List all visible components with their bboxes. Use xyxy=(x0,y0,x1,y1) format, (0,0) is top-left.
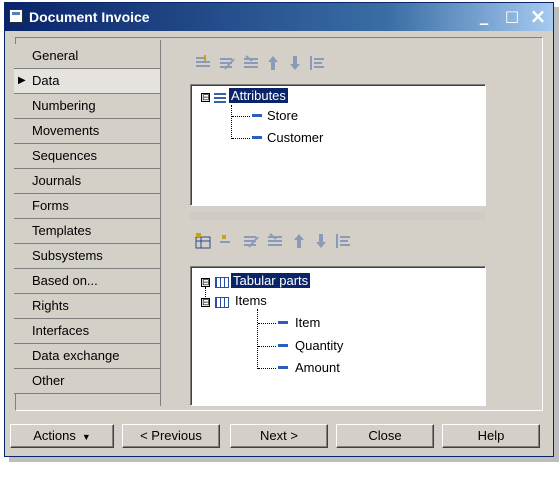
tree-root-attributes[interactable]: Attributes xyxy=(229,88,288,103)
tab-label: Interfaces xyxy=(32,323,90,338)
tree-line xyxy=(258,323,276,324)
tabular-parts-tree[interactable]: ⊟ Tabular parts ⊟ Items Item Quantity Am… xyxy=(190,266,486,406)
window-icon xyxy=(9,9,23,23)
close-button[interactable]: Close xyxy=(336,424,434,448)
help-button[interactable]: Help xyxy=(442,424,540,448)
tab-label: Movements xyxy=(32,123,100,138)
tab-label: Subsystems xyxy=(32,248,103,263)
tab-movements[interactable]: Movements xyxy=(14,119,160,144)
tab-general[interactable]: General xyxy=(14,44,160,69)
tree-line xyxy=(257,309,258,369)
tab-based-on[interactable]: Based on... xyxy=(14,269,160,294)
tree-line xyxy=(232,138,250,139)
tree-item-item[interactable]: Item xyxy=(295,315,320,330)
tree-line xyxy=(231,105,232,139)
minimize-button[interactable]: _ xyxy=(473,6,495,26)
attributes-icon xyxy=(214,91,226,103)
tab-label: Other xyxy=(32,373,65,388)
tree-line xyxy=(258,368,276,369)
tree-line xyxy=(258,346,276,347)
tab-label: Forms xyxy=(32,198,69,213)
delete-column-icon[interactable] xyxy=(266,232,284,250)
edit-attribute-icon[interactable] xyxy=(218,54,236,72)
maximize-button[interactable]: □ xyxy=(501,6,523,26)
tree-root-tabular-parts[interactable]: Tabular parts xyxy=(231,273,311,288)
tab-other[interactable]: Other xyxy=(14,369,160,394)
tab-label: Data exchange xyxy=(32,348,120,363)
tab-rights[interactable]: Rights xyxy=(14,294,160,319)
tree-item-amount[interactable]: Amount xyxy=(295,360,340,375)
attributes-toolbar xyxy=(194,54,394,76)
move-up-icon[interactable] xyxy=(264,54,282,72)
tab-journals[interactable]: Journals xyxy=(14,169,160,194)
tab-forms[interactable]: Forms xyxy=(14,194,160,219)
move-up-icon[interactable] xyxy=(290,232,308,250)
tab-label: Based on... xyxy=(32,273,98,288)
tab-sequences[interactable]: Sequences xyxy=(14,144,160,169)
actions-button[interactable]: Actions ▼ xyxy=(10,424,114,448)
delete-attribute-icon[interactable] xyxy=(242,54,260,72)
sort-icon[interactable] xyxy=(334,232,352,250)
tab-label: Sequences xyxy=(32,148,98,163)
window-title: Document Invoice xyxy=(29,9,150,25)
move-down-icon[interactable] xyxy=(286,54,304,72)
attribute-icon xyxy=(252,114,262,117)
column-icon xyxy=(278,344,288,347)
tab-label: Templates xyxy=(32,223,92,238)
tree-item-items[interactable]: Items xyxy=(235,293,267,308)
sort-icon[interactable] xyxy=(308,54,326,72)
tree-item-quantity[interactable]: Quantity xyxy=(295,338,343,353)
add-attribute-icon[interactable] xyxy=(194,54,212,72)
add-tabular-part-icon[interactable] xyxy=(194,232,212,250)
tabular-parts-toolbar xyxy=(194,232,414,254)
column-icon xyxy=(278,366,288,369)
actions-label: Actions xyxy=(33,428,76,443)
attribute-icon xyxy=(252,136,262,139)
tab-data[interactable]: ▶ Data xyxy=(14,69,160,94)
tab-label: General xyxy=(32,48,79,63)
tab-label: Rights xyxy=(32,298,69,313)
move-down-icon[interactable] xyxy=(312,232,330,250)
title-bar[interactable]: Document Invoice _ □ × xyxy=(5,3,553,31)
tab-list: General ▶ Data Numbering Movements Sequen… xyxy=(14,44,160,394)
tree-line xyxy=(232,116,250,117)
selected-arrow-icon: ▶ xyxy=(18,75,26,86)
close-window-button[interactable]: × xyxy=(527,6,549,26)
add-column-icon[interactable] xyxy=(218,232,236,250)
tab-templates[interactable]: Templates xyxy=(14,219,160,244)
tree-item-customer[interactable]: Customer xyxy=(267,130,323,145)
tree-item-store[interactable]: Store xyxy=(267,108,298,123)
tab-subsystems[interactable]: Subsystems xyxy=(14,244,160,269)
dropdown-arrow-icon: ▼ xyxy=(81,432,91,442)
tab-numbering[interactable]: Numbering xyxy=(14,94,160,119)
table-icon xyxy=(215,297,229,308)
tab-label: Journals xyxy=(32,173,82,188)
next-button[interactable]: Next > xyxy=(230,424,328,448)
edit-column-icon[interactable] xyxy=(242,232,260,250)
tab-interfaces[interactable]: Interfaces xyxy=(14,319,160,344)
previous-button[interactable]: < Previous xyxy=(122,424,220,448)
attributes-tree[interactable]: ⊟ Attributes Store Customer xyxy=(190,84,486,206)
collapse-icon[interactable]: ⊟ xyxy=(201,298,210,307)
tab-label: Numbering xyxy=(32,98,96,113)
panel-splitter[interactable] xyxy=(190,212,486,220)
tab-label: Data xyxy=(32,73,60,88)
column-icon xyxy=(278,321,288,324)
tabular-parts-icon xyxy=(215,277,229,288)
collapse-icon[interactable]: ⊟ xyxy=(201,278,210,287)
tab-data-exchange[interactable]: Data exchange xyxy=(14,344,160,369)
collapse-icon[interactable]: ⊟ xyxy=(201,93,210,102)
